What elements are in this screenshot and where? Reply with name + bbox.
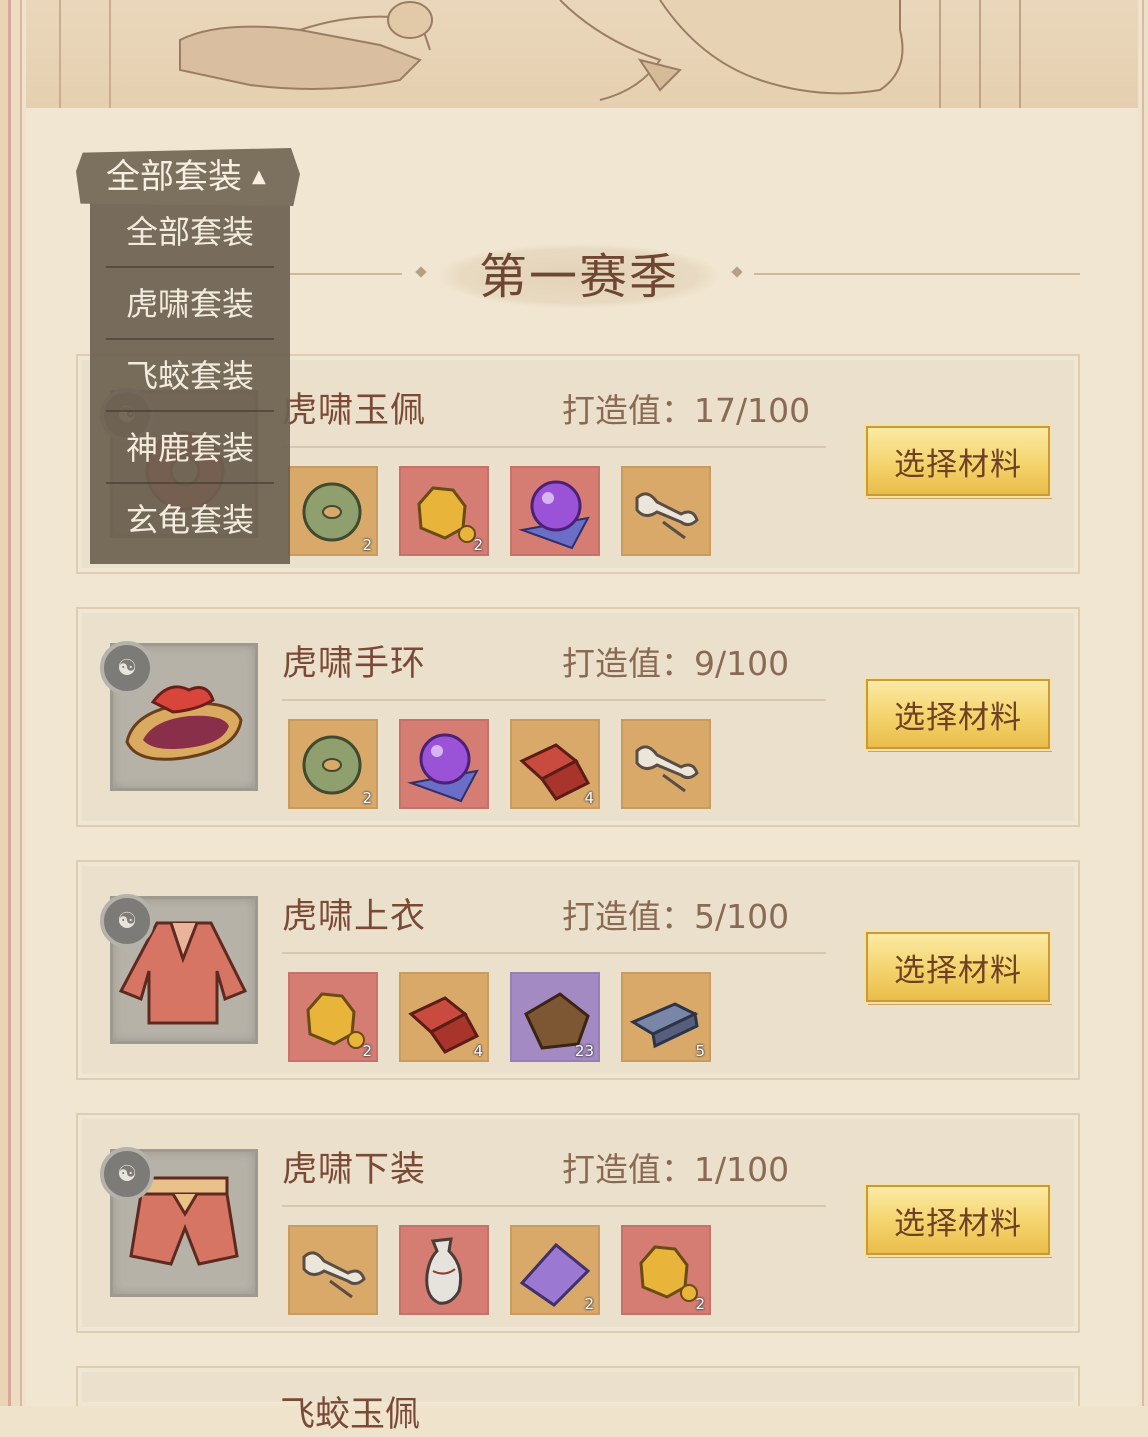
material-slots: 2 2	[288, 1225, 711, 1315]
filter-option-dragon[interactable]: 飞蛟套装	[90, 346, 290, 406]
crystal-orb-icon	[518, 480, 590, 550]
material-slot[interactable]	[399, 719, 489, 809]
filter-option-deer[interactable]: 神鹿套装	[90, 418, 290, 478]
material-count: 2	[473, 536, 483, 554]
material-slot[interactable]: 2	[399, 466, 489, 556]
select-material-button[interactable]: 选择材料	[866, 1185, 1050, 1255]
season-divider-left	[290, 273, 402, 275]
item-card: ☯ 虎啸下装 打造值：1/100 2 2 选择材料	[76, 1113, 1080, 1333]
material-count: 5	[695, 1042, 705, 1060]
menu-separator	[106, 338, 274, 340]
material-count: 2	[584, 1295, 594, 1313]
suit-filter-menu: 全部套装 虎啸套装 飞蛟套装 神鹿套装 玄龟套装	[90, 198, 290, 564]
season-divider-right	[754, 273, 1080, 275]
select-material-button[interactable]: 选择材料	[866, 932, 1050, 1002]
material-slots: 2 4	[288, 719, 711, 809]
material-slot[interactable]: 2	[510, 1225, 600, 1315]
select-material-button[interactable]: 选择材料	[866, 679, 1050, 749]
seal-badge-icon: ☯	[100, 641, 154, 695]
material-count: 4	[473, 1042, 483, 1060]
material-slot[interactable]	[510, 466, 600, 556]
item-name: 虎啸上衣	[282, 897, 427, 937]
card-divider	[282, 952, 826, 954]
material-slot[interactable]	[399, 1225, 489, 1315]
item-name: 虎啸下装	[282, 1150, 427, 1190]
forge-value: 打造值：5/100	[562, 897, 790, 936]
material-count: 2	[362, 1042, 372, 1060]
left-frame-border	[0, 0, 26, 1406]
bone-icon	[635, 745, 699, 793]
right-frame-border	[1138, 0, 1148, 1406]
material-count: 2	[362, 536, 372, 554]
material-slot[interactable]: 2	[288, 719, 378, 809]
seal-badge-icon: ☯	[100, 894, 154, 948]
material-slot[interactable]: 23	[510, 972, 600, 1062]
material-slot[interactable]: 2	[288, 972, 378, 1062]
material-count: 4	[584, 789, 594, 807]
forge-value: 打造值：9/100	[562, 644, 790, 683]
material-slot[interactable]: 4	[399, 972, 489, 1062]
card-divider	[282, 1205, 826, 1207]
item-name: 虎啸玉佩	[282, 391, 427, 431]
material-count: 23	[574, 1042, 594, 1060]
material-count: 2	[695, 1295, 705, 1313]
material-slot[interactable]: 5	[621, 972, 711, 1062]
material-slot[interactable]: 2	[288, 466, 378, 556]
porcelain-vase-icon	[425, 1237, 463, 1305]
item-card: ☯ 虎啸上衣 打造值：5/100 2 4 23 5 选择材料	[76, 860, 1080, 1080]
material-slot[interactable]: 2	[621, 1225, 711, 1315]
material-slot[interactable]	[288, 1225, 378, 1315]
menu-separator	[106, 410, 274, 412]
menu-separator	[106, 482, 274, 484]
material-slot[interactable]	[621, 466, 711, 556]
material-slots: 2 4 23 5	[288, 972, 711, 1062]
material-slot[interactable]: 4	[510, 719, 600, 809]
suit-filter-dropdown[interactable]: 全部套装	[76, 148, 300, 206]
item-card: ☯ 虎啸手环 打造值：9/100 2 4 选择材料	[76, 607, 1080, 827]
caret-up-icon[interactable]: ▲	[252, 168, 266, 186]
item-card-partial	[76, 1366, 1080, 1406]
bone-icon	[635, 492, 699, 540]
crystal-orb-icon	[407, 733, 479, 803]
select-material-button[interactable]: 选择材料	[866, 426, 1050, 496]
forge-value: 打造值：17/100	[562, 391, 811, 430]
forge-value: 打造值：1/100	[562, 1150, 790, 1189]
season-title: 第一赛季	[478, 249, 679, 305]
material-slot[interactable]	[621, 719, 711, 809]
filter-option-turtle[interactable]: 玄龟套装	[90, 490, 290, 550]
card-divider	[282, 699, 826, 701]
filter-option-all[interactable]: 全部套装	[90, 202, 290, 262]
card-divider	[282, 446, 826, 448]
item-name: 虎啸手环	[282, 644, 427, 684]
suit-filter-selected: 全部套装	[106, 157, 242, 197]
filter-option-tiger[interactable]: 虎啸套装	[90, 274, 290, 334]
item-name-partial: 飞蛟玉佩	[280, 1395, 421, 1435]
material-count: 2	[362, 789, 372, 807]
seal-badge-icon: ☯	[100, 1147, 154, 1201]
material-slots: 2 2	[288, 466, 711, 556]
menu-separator	[106, 266, 274, 268]
top-banner-illustration	[0, 0, 1148, 108]
bone-icon	[302, 1251, 366, 1299]
